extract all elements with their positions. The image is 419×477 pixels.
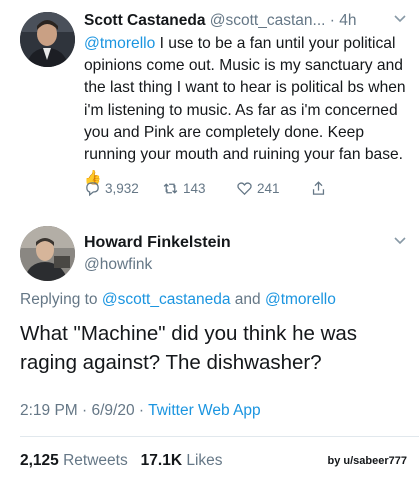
divider [20,436,419,437]
share-button[interactable] [310,180,331,197]
tweet-text: @tmorello I use to be a fan until your p… [84,33,414,189]
reply-header: Howard Finkelstein @howfink [84,234,231,274]
mention-link[interactable]: @tmorello [84,35,155,52]
author-handle[interactable]: @howfink [84,256,231,274]
reply-icon [86,182,99,197]
replying-to: Replying to @scott_castaneda and @tmorel… [20,291,336,309]
retweet-label: Retweets [63,452,128,469]
retweet-button[interactable]: 143 [162,180,206,197]
tweet-time[interactable]: · 4h [330,12,357,29]
reply-count: 3,932 [105,181,139,196]
credit-watermark: by u/sabeer777 [327,455,408,467]
original-tweet: Scott Castaneda @scott_castan... · 4h @t… [0,0,419,210]
reply-button[interactable]: 3,932 [84,180,139,197]
timestamp[interactable]: 2:19 PM · 6/9/20 · [20,402,148,419]
heart-icon [237,182,252,196]
avatar-photo [20,226,75,281]
chevron-down-icon[interactable] [393,236,407,246]
likes-stat[interactable]: 17.1K Likes [141,452,223,469]
avatar-photo [20,12,75,67]
author-name[interactable]: Scott Castaneda [84,12,205,29]
share-icon [312,181,325,195]
mention-link[interactable]: @tmorello [265,291,336,308]
retweets-stat[interactable]: 2,125 Retweets [20,452,128,469]
avatar[interactable] [20,226,75,281]
like-count: 241 [257,181,280,196]
chevron-down-icon[interactable] [393,14,407,24]
like-total: 17.1K [140,452,183,469]
reply-text: What "Machine" did you think he was ragi… [20,322,358,374]
author-handle[interactable]: @scott_castan... [210,12,326,29]
like-label: Likes [186,452,223,469]
engagement-stats: 2,125 Retweets 17.1K Likes [20,452,223,470]
retweet-icon [163,183,178,194]
replying-prefix: Replying to [20,291,98,308]
tweet-actions: 3,932 143 241 [84,180,384,200]
tweet-header: Scott Castaneda @scott_castan... · 4h [84,12,356,30]
retweet-count: 143 [183,181,206,196]
source-link[interactable]: Twitter Web App [148,402,261,419]
author-name[interactable]: Howard Finkelstein [84,234,231,252]
like-button[interactable]: 241 [236,180,280,197]
avatar[interactable] [20,12,75,67]
replying-and: and [234,291,261,308]
retweet-total: 2,125 [20,452,59,469]
mention-link[interactable]: @scott_castaneda [102,291,231,308]
tweet-meta: 2:19 PM · 6/9/20 · Twitter Web App [20,402,261,420]
tweet-body: I use to be a fan until your political o… [84,35,406,164]
